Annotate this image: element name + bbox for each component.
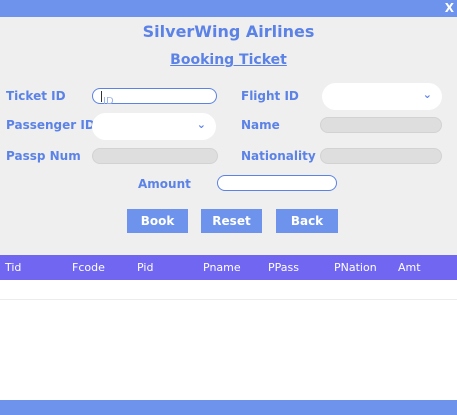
column-header-pid[interactable]: Pid [137,255,153,280]
chevron-down-icon: ⌄ [196,118,206,131]
ticket-id-input[interactable] [93,94,216,109]
passenger-id-label: Passenger ID [6,118,95,132]
chevron-down-icon: ⌄ [422,88,432,101]
bottom-bar [0,400,457,415]
column-header-ppass[interactable]: PPass [268,255,299,280]
page-title: Booking Ticket [170,52,287,68]
column-header-tid[interactable]: Tid [5,255,21,280]
table-header: Tid Fcode Pid Pname PPass PNation Amt [0,255,457,280]
nationality-field [320,148,442,164]
reset-button[interactable]: Reset [201,209,262,233]
app-title: SilverWing Airlines [142,22,315,41]
passenger-id-select[interactable]: ⌄ [92,113,216,140]
ticket-id-field[interactable] [92,88,217,109]
flight-id-label: Flight ID [241,89,299,103]
name-label: Name [241,118,280,132]
table-body[interactable] [0,280,457,400]
title-bar: X [0,0,457,17]
ticket-id-label: Ticket ID [6,89,66,103]
name-field [320,117,442,133]
book-button[interactable]: Book [127,209,188,233]
amount-input[interactable] [218,181,336,196]
column-header-fcode[interactable]: Fcode [72,255,105,280]
column-header-amt[interactable]: Amt [398,255,421,280]
column-header-pnation[interactable]: PNation [334,255,377,280]
nationality-label: Nationality [241,149,316,163]
table-row-divider [0,299,457,300]
amount-label: Amount [138,177,191,191]
passp-num-label: Passp Num [6,149,81,163]
passp-num-field [92,148,218,164]
flight-id-select[interactable]: ⌄ [322,83,442,110]
back-button[interactable]: Back [276,209,338,233]
column-header-pname[interactable]: Pname [203,255,241,280]
text-cursor [101,91,102,102]
amount-field[interactable] [217,175,337,196]
close-icon[interactable]: X [445,0,454,17]
